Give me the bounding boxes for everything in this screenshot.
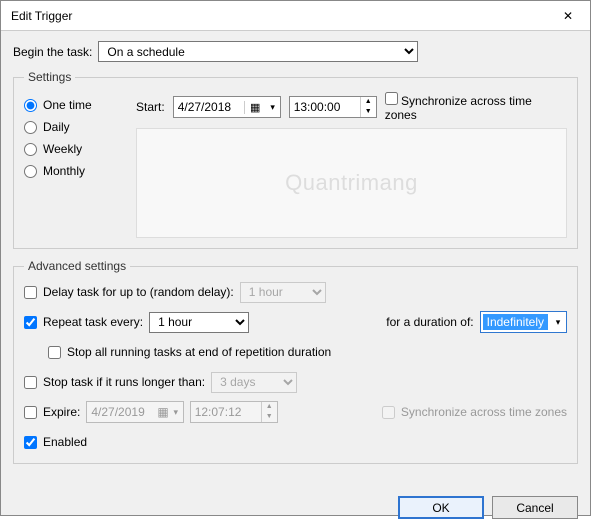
start-row: Start: ▦ ▾ ▲▼ Synchronize across t: [136, 92, 567, 122]
close-icon: ✕: [563, 9, 573, 23]
start-date-picker[interactable]: ▦ ▾: [173, 96, 281, 118]
edit-trigger-dialog: Edit Trigger ✕ Begin the task: On a sche…: [0, 0, 591, 516]
radio-one-time[interactable]: One time: [24, 98, 124, 112]
chevron-down-icon[interactable]: ▾: [266, 102, 280, 113]
duration-select[interactable]: Indefinitely ▾: [480, 311, 567, 333]
begin-task-label: Begin the task:: [13, 45, 92, 59]
expire-date-picker: ▦ ▾: [86, 401, 183, 423]
radio-weekly[interactable]: Weekly: [24, 142, 124, 156]
dialog-footer: OK Cancel: [1, 486, 590, 531]
titlebar: Edit Trigger ✕: [1, 1, 590, 31]
delay-select: 1 hour: [240, 282, 326, 303]
expire-checkbox-input[interactable]: [24, 406, 37, 419]
watermark-text: Quantrimang: [285, 170, 418, 196]
delay-row: Delay task for up to (random delay): 1 h…: [24, 281, 567, 303]
advanced-legend: Advanced settings: [24, 259, 130, 273]
settings-group: Settings One time Daily Weekly: [13, 70, 578, 249]
sync-timezone2-checkbox: Synchronize across time zones: [382, 405, 567, 419]
begin-task-select[interactable]: On a schedule: [98, 41, 418, 62]
duration-label: for a duration of:: [386, 315, 473, 329]
settings-legend: Settings: [24, 70, 75, 84]
repeat-row: Repeat task every: 1 hour for a duration…: [24, 311, 567, 333]
start-time-input[interactable]: [290, 97, 360, 117]
sync-timezone2-input: [382, 406, 395, 419]
close-button[interactable]: ✕: [546, 1, 590, 31]
radio-monthly-input[interactable]: [24, 165, 37, 178]
schedule-detail-panel: Quantrimang: [136, 128, 567, 238]
start-time-picker[interactable]: ▲▼: [289, 96, 377, 118]
stop-if-checkbox-input[interactable]: [24, 376, 37, 389]
stop-if-checkbox[interactable]: Stop task if it runs longer than:: [24, 375, 205, 389]
schedule-radios: One time Daily Weekly Monthly: [24, 92, 124, 238]
dialog-body: Begin the task: On a schedule Settings O…: [1, 31, 590, 486]
calendar-icon[interactable]: ▦: [244, 101, 266, 114]
radio-weekly-input[interactable]: [24, 143, 37, 156]
duration-value: Indefinitely: [483, 314, 548, 330]
expire-date-input: [87, 402, 157, 422]
expire-time-input: [191, 402, 261, 422]
calendar-icon: ▦: [157, 405, 168, 419]
stop-all-checkbox[interactable]: Stop all running tasks at end of repetit…: [48, 345, 331, 359]
repeat-checkbox-input[interactable]: [24, 316, 37, 329]
start-date-input[interactable]: [174, 97, 244, 117]
time-spinner: ▲▼: [261, 402, 277, 422]
stop-if-row: Stop task if it runs longer than: 3 days: [24, 371, 567, 393]
radio-daily-input[interactable]: [24, 121, 37, 134]
sync-timezone-input[interactable]: [385, 92, 398, 105]
radio-one-time-input[interactable]: [24, 99, 37, 112]
enabled-row: Enabled: [24, 431, 567, 453]
advanced-settings-group: Advanced settings Delay task for up to (…: [13, 259, 578, 464]
stop-if-select: 3 days: [211, 372, 297, 393]
time-spinner[interactable]: ▲▼: [360, 97, 376, 117]
window-title: Edit Trigger: [11, 9, 546, 23]
delay-checkbox[interactable]: Delay task for up to (random delay):: [24, 285, 234, 299]
repeat-interval-select[interactable]: 1 hour: [149, 312, 249, 333]
radio-monthly[interactable]: Monthly: [24, 164, 124, 178]
chevron-down-icon: ▾: [169, 407, 183, 418]
delay-checkbox-input[interactable]: [24, 286, 37, 299]
sync-timezone-checkbox[interactable]: Synchronize across time zones: [385, 92, 567, 122]
begin-task-row: Begin the task: On a schedule: [13, 41, 578, 62]
enabled-checkbox[interactable]: Enabled: [24, 435, 87, 449]
start-label: Start:: [136, 100, 165, 114]
stop-all-row: Stop all running tasks at end of repetit…: [48, 341, 567, 363]
chevron-down-icon[interactable]: ▾: [550, 317, 566, 328]
expire-row: Expire: ▦ ▾ ▲▼ Synchronize across time z…: [24, 401, 567, 423]
stop-all-checkbox-input[interactable]: [48, 346, 61, 359]
enabled-checkbox-input[interactable]: [24, 436, 37, 449]
expire-time-picker: ▲▼: [190, 401, 278, 423]
expire-checkbox[interactable]: Expire:: [24, 405, 80, 419]
radio-daily[interactable]: Daily: [24, 120, 124, 134]
repeat-checkbox[interactable]: Repeat task every:: [24, 315, 143, 329]
